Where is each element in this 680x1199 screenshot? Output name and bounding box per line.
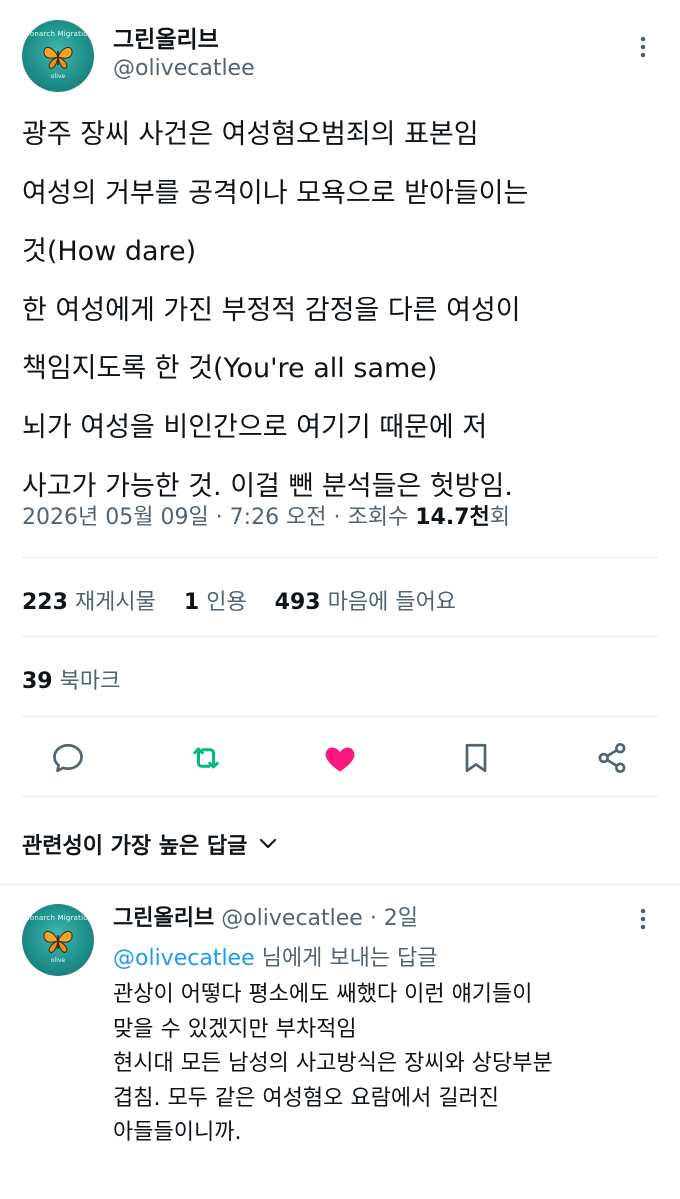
share-button[interactable] <box>594 740 630 776</box>
tweet-line: 책임지도록 한 것(You're all same) <box>22 353 438 385</box>
tweet-line: 여성의 거부를 공격이나 모욕으로 받아들이는 <box>22 177 529 209</box>
reply-to-mention-link[interactable]: @olivecatlee <box>113 946 255 971</box>
avatar-caption-bottom: olive <box>50 957 66 965</box>
reply-to-suffix: 님에게 보내는 답글 <box>254 946 438 971</box>
quotes-count[interactable]: 1 <box>184 590 199 615</box>
divider <box>22 796 658 797</box>
replying-to: @olivecatlee 님에게 보내는 답글 <box>113 940 438 972</box>
divider <box>0 884 680 885</box>
tweet-timestamp[interactable]: 2026년 05월 09일 · 7:26 오전 · 조회수 14.7천회 <box>22 499 510 531</box>
bookmark-button[interactable] <box>458 740 494 776</box>
author-name[interactable]: 그린올리브 <box>113 20 219 54</box>
reply-header: 그린올리브 @olivecatlee · 2일 <box>113 900 418 932</box>
views-count: 14.7천 <box>415 505 490 530</box>
tweet-line: 광주 장씨 사건은 여성혐오범죄의 표본임 <box>22 119 479 150</box>
author-handle[interactable]: @olivecatlee <box>113 56 255 81</box>
reply-text: 관상이 어떻다 평소에도 쌔했다 이런 얘기들이 맞을 수 있겠지만 부차적임 … <box>113 978 673 1151</box>
reply-line: 현시대 모든 남성의 사고방식은 장씨와 상당부분 <box>113 1051 553 1076</box>
quotes-label[interactable]: 인용 <box>206 590 246 615</box>
reply-line: 맞을 수 있겠지만 부차적임 <box>113 1016 357 1042</box>
more-options-icon[interactable] <box>640 36 646 61</box>
repost-icon <box>193 747 219 769</box>
bookmarks-count: 39 <box>22 669 53 694</box>
divider <box>22 636 658 637</box>
author-avatar[interactable]: Monarch Migration olive <box>22 20 94 92</box>
avatar-caption: Monarch Migration <box>23 914 93 923</box>
tweet-text: 광주 장씨 사건은 여성혐오범죄의 표본임 여성의 거부를 공격이나 모욕으로 … <box>22 106 662 516</box>
bookmarks-stat[interactable]: 39 북마크 <box>22 663 120 695</box>
engagement-stats: 223 재게시물 1 인용 493 마음에 들어요 <box>22 584 456 616</box>
reply-line: 관상이 어떻다 평소에도 쌔했다 이런 얘기들이 <box>113 982 533 1007</box>
reply-author-avatar[interactable]: Monarch Migration olive <box>22 904 94 976</box>
reply-more-options-icon[interactable] <box>640 908 646 933</box>
reposts-label[interactable]: 재게시물 <box>75 590 156 615</box>
like-button[interactable] <box>322 740 358 776</box>
reply-icon <box>53 743 83 773</box>
tweet-line: 것(How dare) <box>22 236 197 268</box>
reply-button[interactable] <box>50 740 86 776</box>
likes-label[interactable]: 마음에 들어요 <box>328 590 456 615</box>
timestamp-text: 2026년 05월 09일 · 7:26 오전 · 조회수 <box>22 505 416 530</box>
reply-author-handle[interactable]: @olivecatlee · 2일 <box>221 906 418 931</box>
repost-button[interactable] <box>188 740 224 776</box>
divider <box>22 557 658 558</box>
likes-count[interactable]: 493 <box>275 590 321 615</box>
tweet-line: 뇌가 여성을 비인간으로 여기기 때문에 저 <box>22 411 488 443</box>
replies-sort-label: 관련성이 가장 높은 답글 <box>22 834 248 859</box>
avatar-caption-bottom: olive <box>50 73 66 81</box>
butterfly-icon <box>43 931 73 954</box>
chevron-down-icon <box>260 838 277 849</box>
views-suffix: 회 <box>489 505 511 530</box>
replies-sort-dropdown[interactable]: 관련성이 가장 높은 답글 <box>22 828 277 860</box>
reply-line: 겹침. 모두 같은 여성혐오 요람에서 길러진 <box>113 1085 500 1111</box>
divider <box>22 716 658 717</box>
reply-author-name[interactable]: 그린올리브 <box>113 906 214 931</box>
bookmark-icon <box>465 743 487 773</box>
share-icon <box>598 743 626 773</box>
butterfly-icon <box>43 47 73 70</box>
heart-icon <box>325 747 355 772</box>
reposts-count[interactable]: 223 <box>22 590 68 615</box>
reply-line: 아들들이니까. <box>113 1120 242 1145</box>
bookmarks-label: 북마크 <box>59 669 121 694</box>
avatar-caption: Monarch Migration <box>23 30 93 39</box>
tweet-line: 한 여성에게 가진 부정적 감정을 다른 여성이 <box>22 294 521 326</box>
